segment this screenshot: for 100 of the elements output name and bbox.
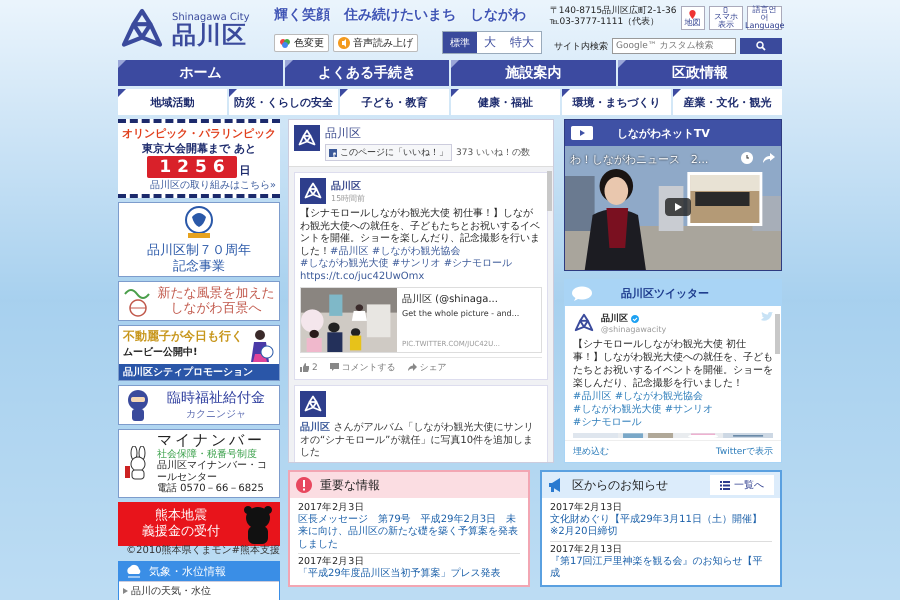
banner-title: オリンピック・パラリンピック	[122, 126, 276, 141]
page-icon	[329, 148, 337, 156]
sub-nav-item[interactable]: 環境・まちづくり	[562, 89, 671, 115]
news-link[interactable]: 『第17回江戸里神楽を観る会』のお知らせ【平成	[550, 556, 772, 581]
color-change-button[interactable]: 色変更	[274, 34, 329, 52]
list-icon	[720, 480, 730, 490]
comment-icon	[330, 363, 339, 372]
hashtag-link[interactable]: #しながわ観光協会	[614, 391, 704, 402]
anniversary-banner[interactable]: 品川区制７０周年 記念事業	[118, 202, 280, 278]
share-button[interactable]: シェア	[408, 361, 447, 374]
author-link[interactable]: 品川区	[300, 422, 330, 433]
hashtag-link[interactable]: #しながわ観光大使	[572, 404, 662, 415]
post-author[interactable]: 品川区	[331, 178, 366, 192]
city-promotion-banner[interactable]: 不動麗子が今日も行く ムービー公開中! 品川区シティプロモーション	[118, 325, 280, 382]
hashtag-link[interactable]: #品川区	[572, 391, 612, 402]
language-link[interactable]: 語言언어 Language	[747, 6, 782, 30]
thumbs-up-icon	[300, 363, 309, 372]
main-nav-item[interactable]: よくある手続き	[284, 60, 449, 86]
welfare-benefit-banner[interactable]: 臨時福祉給付金 カクニンジャ	[118, 385, 280, 426]
embed-link[interactable]: 埋め込む	[572, 445, 609, 458]
main-nav-item[interactable]: ホーム	[118, 60, 282, 86]
banner-text: 記念事業	[173, 258, 225, 274]
main-nav-item[interactable]: 区政情報	[618, 60, 782, 86]
hashtag-link[interactable]: #サンリオ	[664, 404, 714, 415]
banner-text: マイナンバー	[157, 432, 265, 449]
slogan: 輝く笑顔 住み続けたいまち しながわ	[274, 6, 527, 24]
hashtag-link[interactable]: https://t.co/juc42UwOmx	[300, 270, 424, 282]
banner-text: 電話 0570－66－6825	[157, 483, 264, 495]
sub-nav-item[interactable]: 産業・文化・観光	[673, 89, 782, 115]
cloud-icon	[125, 564, 143, 578]
banner-footer: 品川区シティプロモーション	[119, 364, 279, 380]
weather-title: 気象・水位情報	[149, 564, 226, 579]
like-count: 373 いいね！の数	[456, 146, 530, 159]
clock-icon[interactable]	[740, 152, 753, 164]
smartphone-icon	[721, 7, 730, 13]
font-size-button[interactable]: 標準	[442, 32, 477, 53]
news-date: 2017年2月3日	[298, 502, 366, 514]
like-page-button[interactable]: このページに「いいね！」	[325, 144, 452, 161]
scrollbar[interactable]	[546, 171, 552, 211]
banner-text: 品川区マイナンバー・コールセンター	[157, 460, 268, 483]
phone-number: ℡03-3777-1111（代表）	[550, 17, 660, 28]
twitter-title: 品川区ツイッター	[620, 286, 709, 300]
initiatives-link[interactable]: 品川区の取り組みはこちら»	[150, 178, 276, 192]
sub-nav-item[interactable]: 健康・福祉	[451, 89, 560, 115]
banner-text: 東京大会開幕まで あと	[142, 141, 256, 156]
sub-nav-item[interactable]: 地域活動	[118, 89, 227, 115]
like-button[interactable]: 2	[300, 361, 318, 374]
font-size-button[interactable]: 特大	[502, 32, 541, 53]
sub-nav-item[interactable]: 子ども・教育	[340, 89, 449, 115]
search-button[interactable]	[740, 38, 782, 54]
hashtag-link[interactable]: #しながわ観光大使	[300, 258, 388, 269]
weather-link[interactable]: 品川の天気・水位	[131, 584, 211, 598]
bird-icon[interactable]	[761, 312, 773, 322]
emblem-icon	[303, 395, 323, 413]
news-date: 2017年2月3日	[298, 556, 366, 568]
page-name[interactable]: 品川区	[325, 125, 530, 142]
play-button[interactable]	[664, 198, 691, 216]
news-link[interactable]: 文化財めぐり【平成29年3月11日（土）開催】※2月20日締切	[550, 514, 772, 539]
alert-icon	[296, 477, 312, 493]
panel-title: 重要な情報	[320, 476, 380, 494]
post-time: 15時間前	[331, 192, 366, 204]
post-text: 品川区 さんがアルバム「しながわ観光大使にサンリオの“シナモロール”が就任」に写真10件を追加しました	[300, 422, 534, 458]
verified-icon	[630, 314, 639, 322]
sub-nav-item[interactable]: 防災・くらしの安全	[229, 89, 338, 115]
play-icon	[570, 126, 593, 140]
earthquake-donation-banner[interactable]: 熊本地震 義援金の受付	[118, 502, 280, 546]
hashtag-link[interactable]: #しながわ観光協会	[372, 246, 460, 256]
hashtag-link[interactable]: #サンリオ	[392, 258, 440, 269]
hashtag-link[interactable]: #品川区	[330, 246, 368, 256]
news-link[interactable]: 「平成29年度品川区当初予算案」プレス発表	[298, 568, 520, 581]
read-aloud-button[interactable]: 音声読み上げ	[332, 34, 418, 52]
main-nav-item[interactable]: 施設案内	[451, 60, 616, 86]
account-name[interactable]: 品川区	[600, 312, 628, 325]
scrollbar[interactable]	[775, 314, 780, 354]
map-link[interactable]: 地図	[680, 6, 705, 30]
olympic-countdown-banner[interactable]: オリンピック・パラリンピック 東京大会開幕まで あと 1256 日 品川区の取り組みはこちら»	[118, 119, 280, 198]
share-icon[interactable]	[762, 152, 775, 164]
news-date: 2017年2月13日	[550, 502, 624, 514]
banner-text: 社会保障・税番号制度	[157, 448, 257, 460]
banner-text: ムービー公開中!	[123, 346, 198, 360]
net-tv-title: しながわネットTV	[616, 126, 710, 140]
hashtag-link[interactable]: #シナモロール	[572, 417, 642, 428]
scenery-banner[interactable]: 新たな風景を加えた しながわ百景へ	[118, 281, 280, 322]
my-number-banner[interactable]: マイナンバー 社会保障・税番号制度 品川区マイナンバー・コールセンター 電話 0570－66－6825	[118, 429, 280, 498]
view-on-twitter-link[interactable]: Twitterで表示	[716, 445, 773, 458]
smartphone-view-link[interactable]: スマホ表示	[708, 6, 744, 30]
copyright-caption: ©2010熊本県くまモン#熊本支援	[125, 544, 280, 557]
address: 〒140-8715品川区広町2-1-36	[550, 6, 677, 16]
banner-title: 不動麗子が今日も行く	[123, 328, 243, 346]
font-size-button[interactable]: 大	[476, 32, 503, 53]
emblem-icon	[303, 182, 323, 200]
share-icon	[408, 363, 417, 372]
banner-text: 熊本地震	[155, 508, 207, 524]
comment-button[interactable]: コメントする	[330, 361, 396, 374]
video-title: わ！しながわニュース 2...	[570, 152, 708, 167]
view-list-button[interactable]: 一覧へ	[710, 475, 774, 495]
speech-bubble-icon	[570, 286, 593, 300]
hashtag-link[interactable]: #シナモロール	[444, 258, 512, 269]
search-field[interactable]: Google™ カスタム検索	[612, 38, 736, 54]
news-link[interactable]: 区長メッセージ 第79号 平成29年2月3日 未来に向け、品川区の新たな礎を築く予算案を発表しました	[298, 514, 520, 552]
